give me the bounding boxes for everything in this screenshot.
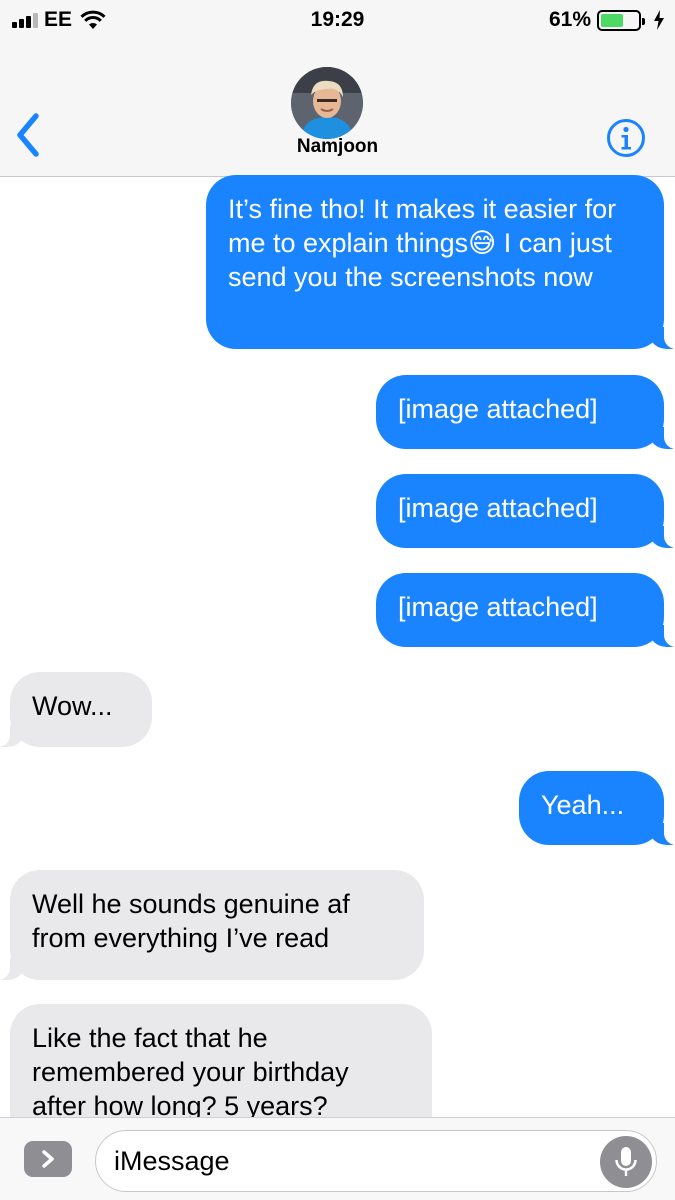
contact-avatar[interactable] [291, 67, 363, 139]
avatar-portrait-icon [291, 67, 363, 139]
message-bubble-outgoing[interactable]: [image attached] [376, 573, 675, 647]
message-bubble-outgoing[interactable]: Yeah... [519, 771, 675, 845]
message-bubble-incoming[interactable]: Well he sounds genuine af from everythin… [0, 870, 424, 980]
charging-bolt-icon [654, 10, 664, 30]
message-field[interactable] [95, 1130, 657, 1192]
battery-percent: 61% [548, 8, 591, 31]
message-bubble-outgoing[interactable]: [image attached] [376, 474, 675, 548]
battery-icon [597, 9, 645, 31]
microphone-icon [615, 1147, 637, 1176]
info-icon[interactable] [606, 118, 646, 158]
message-composer [0, 1117, 675, 1200]
message-bubble-outgoing[interactable]: [image attached] [376, 375, 675, 449]
message-bubble-incoming[interactable]: Wow... [0, 672, 152, 747]
status-bar: EE 19:29 61% [0, 0, 675, 40]
app-drawer-button[interactable] [24, 1141, 72, 1177]
battery-level [601, 13, 623, 27]
message-bubble-outgoing[interactable]: It’s fine tho! It makes it easier for me… [206, 175, 675, 349]
contact-name[interactable]: Namjoon [0, 136, 675, 158]
message-input[interactable] [114, 1131, 574, 1191]
conversation-header: Namjoon [0, 40, 675, 177]
microphone-button[interactable] [600, 1136, 652, 1188]
status-right: 61% [549, 8, 665, 32]
chevron-right-icon [42, 1150, 54, 1168]
